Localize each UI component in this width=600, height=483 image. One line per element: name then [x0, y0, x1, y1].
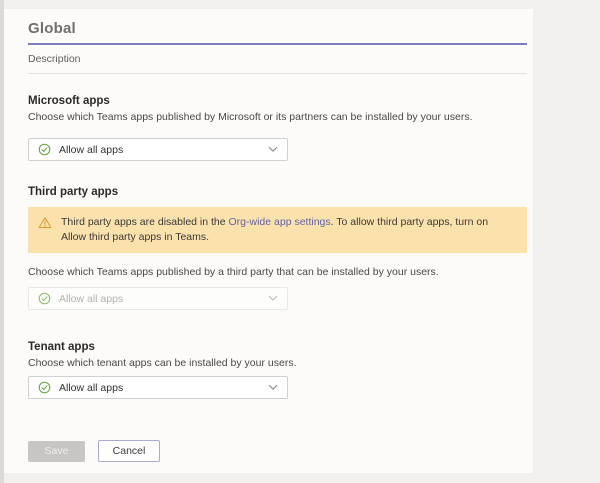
dropdown-selected-value: Allow all apps — [59, 144, 123, 156]
warning-text-before: Third party apps are disabled in the — [61, 216, 229, 228]
section-description: Choose which tenant apps can be installe… — [28, 357, 521, 369]
section-microsoft-apps: Microsoft apps Choose which Teams apps p… — [28, 95, 521, 161]
section-heading-third-party-apps: Third party apps — [28, 186, 521, 198]
title-underline — [28, 43, 527, 45]
warning-triangle-icon — [38, 216, 52, 245]
third-party-apps-dropdown: Allow all apps — [28, 287, 288, 310]
warning-message: Third party apps are disabled in the Org… — [61, 215, 513, 245]
description-label: Description — [28, 53, 521, 65]
description-divider — [28, 73, 527, 74]
policy-detail-panel: Global Description Microsoft apps Choose… — [4, 9, 533, 473]
footer-actions: Save Cancel — [28, 440, 160, 462]
app-permission-policy-page: Global Description Microsoft apps Choose… — [0, 0, 600, 483]
check-circle-icon — [38, 381, 51, 394]
check-circle-icon — [38, 143, 51, 156]
check-circle-icon — [38, 292, 51, 305]
section-heading-tenant-apps: Tenant apps — [28, 341, 521, 353]
tenant-apps-dropdown[interactable]: Allow all apps — [28, 376, 288, 399]
dropdown-selected-value: Allow all apps — [59, 293, 123, 305]
chevron-down-icon — [268, 384, 278, 391]
section-heading-microsoft-apps: Microsoft apps — [28, 95, 521, 107]
save-button: Save — [28, 441, 85, 462]
policy-content: Global Description Microsoft apps Choose… — [4, 9, 527, 399]
section-tenant-apps: Tenant apps Choose which tenant apps can… — [28, 341, 521, 399]
section-description: Choose which Teams apps published by a t… — [28, 266, 521, 278]
section-description: Choose which Teams apps published by Mic… — [28, 111, 521, 123]
page-title: Global — [28, 20, 521, 37]
org-wide-app-settings-link[interactable]: Org-wide app settings — [229, 216, 331, 228]
chevron-down-icon — [268, 146, 278, 153]
third-party-warning-banner: Third party apps are disabled in the Org… — [28, 207, 527, 253]
chevron-down-icon — [268, 295, 278, 302]
microsoft-apps-dropdown[interactable]: Allow all apps — [28, 138, 288, 161]
dropdown-selected-value: Allow all apps — [59, 382, 123, 394]
cancel-button[interactable]: Cancel — [98, 440, 160, 462]
section-third-party-apps: Third party apps Third party apps are di… — [28, 186, 521, 310]
